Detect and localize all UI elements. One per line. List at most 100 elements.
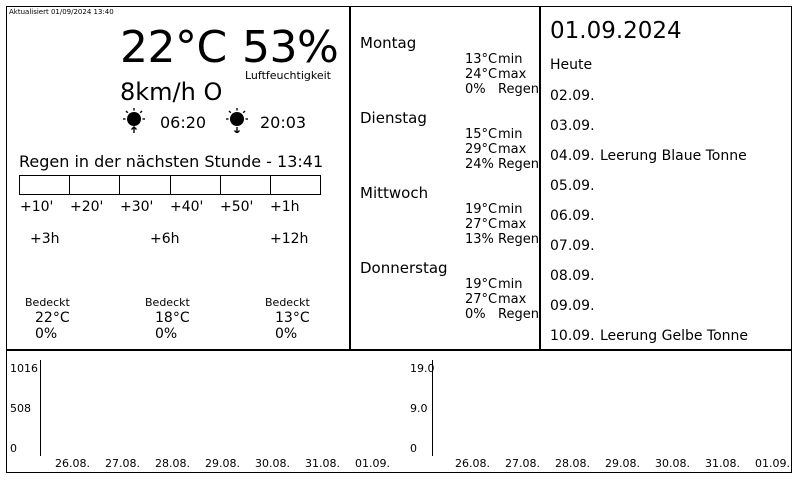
divider-right: [539, 6, 541, 350]
calendar-event: Leerung Gelbe Tonne: [600, 328, 749, 344]
rain-cell: [271, 176, 320, 194]
right-chart-x-label: 27.08.: [505, 457, 540, 470]
left-chart-y-axis: [40, 360, 41, 456]
right-chart-x-label: 31.08.: [705, 457, 740, 470]
forecast-max: 29°C: [465, 142, 498, 157]
left-chart-x-label: 27.08.: [105, 457, 140, 470]
hourly-condition: Bedeckt: [25, 296, 70, 309]
forecast-min: 19°C: [465, 202, 498, 217]
hourly-temperature: 13°C: [275, 310, 310, 326]
left-chart-x-label: 30.08.: [255, 457, 290, 470]
humidity-label: Luftfeuchtigkeit: [245, 69, 331, 82]
calendar-day: 05.09.: [550, 178, 595, 194]
right-chart-y-tick: 9.0: [410, 402, 428, 415]
hourly-rain: 0%: [275, 326, 298, 342]
rain-cell: [171, 176, 221, 194]
rain-minute-label: +30': [120, 199, 154, 215]
rain-minute-label: +10': [20, 199, 54, 215]
forecast-max-label: max: [498, 217, 527, 232]
left-chart-y-tick: 0: [10, 442, 17, 455]
forecast-rain: 0%: [465, 307, 486, 322]
forecast-rain: 13%: [465, 232, 494, 247]
forecast-day: Montag: [360, 34, 417, 52]
calendar-date: 01.09.2024: [550, 18, 682, 44]
sunset-time: 20:03: [260, 113, 307, 132]
rain-cell: [221, 176, 271, 194]
hourly-label: +12h: [270, 231, 309, 247]
forecast-min: 19°C: [465, 277, 498, 292]
hourly-label: +3h: [30, 231, 60, 247]
forecast-min: 13°C: [465, 52, 498, 67]
calendar-day: 10.09.: [550, 328, 595, 344]
forecast-min-label: min: [498, 52, 523, 67]
calendar-today-label: Heute: [550, 57, 593, 73]
forecast-max-label: max: [498, 67, 527, 82]
forecast-rain-label: Regen: [498, 232, 539, 247]
sunrise-icon: [123, 108, 145, 133]
forecast-min-label: min: [498, 277, 523, 292]
left-chart-x-label: 28.08.: [155, 457, 190, 470]
current-temperature: 22°C: [120, 22, 227, 73]
calendar-day: 04.09.: [550, 148, 595, 164]
sunset-icon: [226, 108, 248, 133]
forecast-min: 15°C: [465, 127, 498, 142]
rain-cell: [70, 176, 121, 194]
hourly-condition: Bedeckt: [145, 296, 190, 309]
calendar-day: 07.09.: [550, 238, 595, 254]
rain-cell: [20, 176, 71, 194]
hourly-rain: 0%: [35, 326, 58, 342]
display-frame: [6, 6, 792, 473]
divider-left: [349, 6, 351, 350]
rain-minute-label: +50': [220, 199, 254, 215]
forecast-rain-label: Regen: [498, 307, 539, 322]
current-humidity: 53%: [242, 22, 339, 73]
left-chart-x-label: 29.08.: [205, 457, 240, 470]
rain-minute-label: +20': [70, 199, 104, 215]
hourly-label: +6h: [150, 231, 180, 247]
sunrise-time: 06:20: [160, 113, 207, 132]
hourly-temperature: 22°C: [35, 310, 70, 326]
calendar-event: Leerung Blaue Tonne: [600, 148, 747, 164]
forecast-max: 27°C: [465, 292, 498, 307]
right-chart-y-tick: 19.0: [410, 362, 435, 375]
divider-bottom: [6, 349, 792, 351]
hourly-temperature: 18°C: [155, 310, 190, 326]
forecast-min-label: min: [498, 202, 523, 217]
calendar-day: 06.09.: [550, 208, 595, 224]
right-chart-x-label: 29.08.: [605, 457, 640, 470]
calendar-day: 03.09.: [550, 118, 595, 134]
forecast-rain: 24%: [465, 157, 494, 172]
left-chart-y-tick: 1016: [10, 362, 38, 375]
rain-heading: Regen in der nächsten Stunde - 13:41: [19, 152, 324, 171]
forecast-max-label: max: [498, 142, 527, 157]
calendar-day: 08.09.: [550, 268, 595, 284]
forecast-day: Donnerstag: [360, 259, 448, 277]
left-chart-x-label: 01.09.: [355, 457, 390, 470]
forecast-day: Dienstag: [360, 109, 427, 127]
right-chart-x-label: 30.08.: [655, 457, 690, 470]
wind-speed: 8km/h O: [120, 78, 223, 106]
forecast-max-label: max: [498, 292, 527, 307]
rain-minute-bar: [19, 175, 321, 195]
left-chart-x-label: 31.08.: [305, 457, 340, 470]
forecast-max: 27°C: [465, 217, 498, 232]
last-updated: Aktualisiert 01/09/2024 13:40: [9, 8, 114, 16]
right-chart-x-label: 26.08.: [455, 457, 490, 470]
calendar-day: 09.09.: [550, 298, 595, 314]
rain-minute-label: +1h: [270, 199, 300, 215]
forecast-rain-label: Regen: [498, 82, 539, 97]
rain-minute-label: +40': [170, 199, 204, 215]
calendar-day: 02.09.: [550, 88, 595, 104]
forecast-day: Mittwoch: [360, 184, 429, 202]
right-chart-y-tick: 0: [410, 442, 417, 455]
hourly-condition: Bedeckt: [265, 296, 310, 309]
left-chart-y-tick: 508: [10, 402, 31, 415]
right-chart-x-label: 01.09.: [755, 457, 790, 470]
forecast-rain-label: Regen: [498, 157, 539, 172]
forecast-rain: 0%: [465, 82, 486, 97]
left-chart-x-label: 26.08.: [55, 457, 90, 470]
rain-cell: [120, 176, 171, 194]
forecast-max: 24°C: [465, 67, 498, 82]
hourly-rain: 0%: [155, 326, 178, 342]
forecast-min-label: min: [498, 127, 523, 142]
